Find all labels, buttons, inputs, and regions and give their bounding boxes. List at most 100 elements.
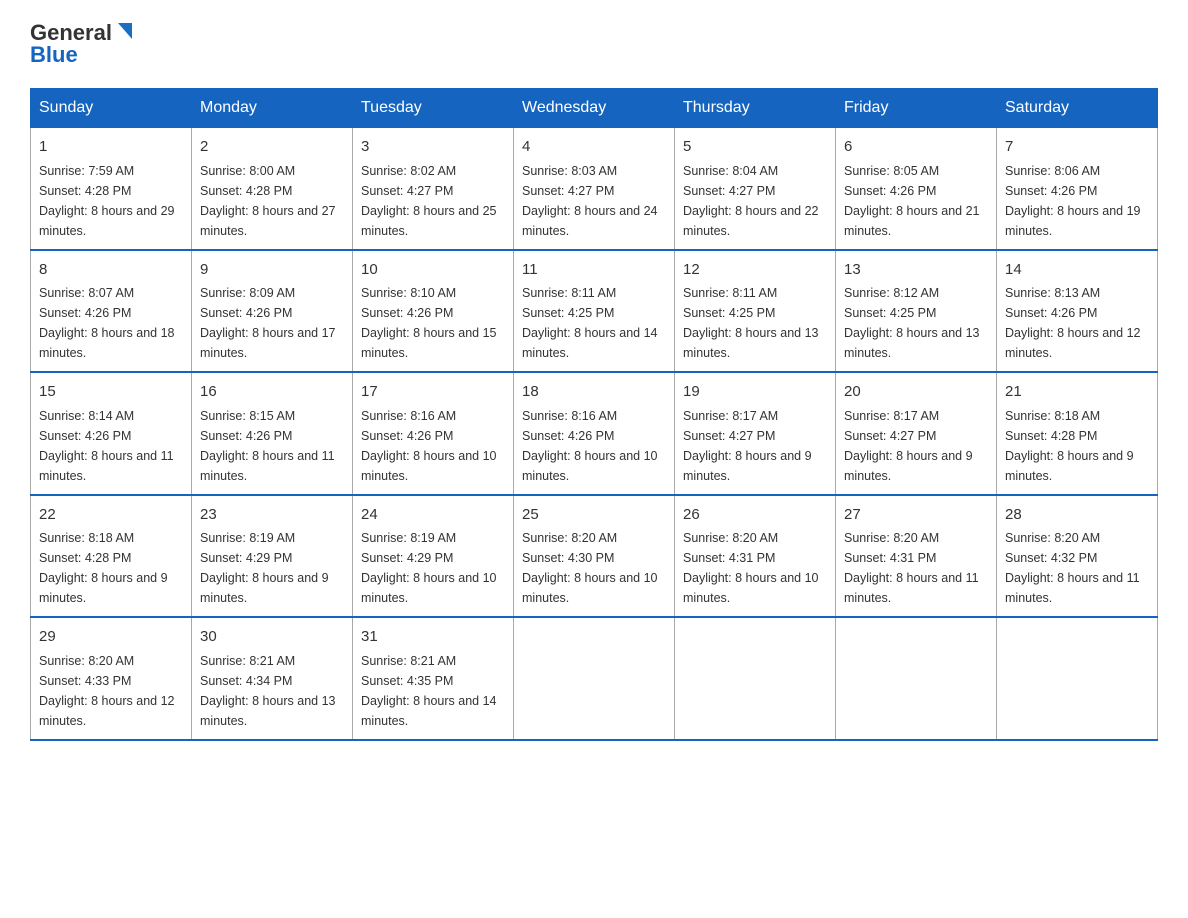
table-row: 4 Sunrise: 8:03 AMSunset: 4:27 PMDayligh…: [514, 128, 675, 250]
day-info: Sunrise: 8:19 AMSunset: 4:29 PMDaylight:…: [361, 531, 497, 605]
header-friday: Friday: [836, 89, 997, 128]
day-number: 23: [200, 504, 344, 527]
calendar-header-row: SundayMondayTuesdayWednesdayThursdayFrid…: [31, 89, 1158, 128]
day-info: Sunrise: 8:05 AMSunset: 4:26 PMDaylight:…: [844, 164, 980, 238]
table-row: 1 Sunrise: 7:59 AMSunset: 4:28 PMDayligh…: [31, 128, 192, 250]
week-row-4: 22 Sunrise: 8:18 AMSunset: 4:28 PMDaylig…: [31, 495, 1158, 618]
day-number: 24: [361, 504, 505, 527]
day-info: Sunrise: 8:21 AMSunset: 4:35 PMDaylight:…: [361, 654, 497, 728]
day-info: Sunrise: 8:04 AMSunset: 4:27 PMDaylight:…: [683, 164, 819, 238]
day-number: 28: [1005, 504, 1149, 527]
table-row: 29 Sunrise: 8:20 AMSunset: 4:33 PMDaylig…: [31, 617, 192, 740]
table-row: 22 Sunrise: 8:18 AMSunset: 4:28 PMDaylig…: [31, 495, 192, 618]
day-info: Sunrise: 8:20 AMSunset: 4:32 PMDaylight:…: [1005, 531, 1140, 605]
table-row: 28 Sunrise: 8:20 AMSunset: 4:32 PMDaylig…: [997, 495, 1158, 618]
table-row: 23 Sunrise: 8:19 AMSunset: 4:29 PMDaylig…: [192, 495, 353, 618]
table-row: 3 Sunrise: 8:02 AMSunset: 4:27 PMDayligh…: [353, 128, 514, 250]
header-monday: Monday: [192, 89, 353, 128]
logo-blue-text: Blue: [30, 42, 136, 68]
table-row: 25 Sunrise: 8:20 AMSunset: 4:30 PMDaylig…: [514, 495, 675, 618]
table-row: 21 Sunrise: 8:18 AMSunset: 4:28 PMDaylig…: [997, 372, 1158, 495]
day-info: Sunrise: 8:11 AMSunset: 4:25 PMDaylight:…: [683, 286, 819, 360]
table-row: [514, 617, 675, 740]
day-number: 21: [1005, 381, 1149, 404]
week-row-5: 29 Sunrise: 8:20 AMSunset: 4:33 PMDaylig…: [31, 617, 1158, 740]
table-row: 17 Sunrise: 8:16 AMSunset: 4:26 PMDaylig…: [353, 372, 514, 495]
day-number: 22: [39, 504, 183, 527]
day-number: 16: [200, 381, 344, 404]
day-number: 3: [361, 136, 505, 159]
week-row-1: 1 Sunrise: 7:59 AMSunset: 4:28 PMDayligh…: [31, 128, 1158, 250]
day-info: Sunrise: 8:17 AMSunset: 4:27 PMDaylight:…: [844, 409, 973, 483]
table-row: 30 Sunrise: 8:21 AMSunset: 4:34 PMDaylig…: [192, 617, 353, 740]
table-row: [675, 617, 836, 740]
week-row-2: 8 Sunrise: 8:07 AMSunset: 4:26 PMDayligh…: [31, 250, 1158, 373]
day-number: 14: [1005, 259, 1149, 282]
header-sunday: Sunday: [31, 89, 192, 128]
table-row: 15 Sunrise: 8:14 AMSunset: 4:26 PMDaylig…: [31, 372, 192, 495]
day-number: 18: [522, 381, 666, 404]
day-number: 12: [683, 259, 827, 282]
table-row: 9 Sunrise: 8:09 AMSunset: 4:26 PMDayligh…: [192, 250, 353, 373]
table-row: 2 Sunrise: 8:00 AMSunset: 4:28 PMDayligh…: [192, 128, 353, 250]
day-info: Sunrise: 8:17 AMSunset: 4:27 PMDaylight:…: [683, 409, 812, 483]
day-number: 19: [683, 381, 827, 404]
day-number: 2: [200, 136, 344, 159]
day-number: 25: [522, 504, 666, 527]
day-number: 5: [683, 136, 827, 159]
page-header: General Blue: [30, 20, 1158, 68]
day-number: 6: [844, 136, 988, 159]
logo-triangle-icon: [114, 21, 136, 43]
day-info: Sunrise: 8:20 AMSunset: 4:33 PMDaylight:…: [39, 654, 175, 728]
day-number: 17: [361, 381, 505, 404]
table-row: 7 Sunrise: 8:06 AMSunset: 4:26 PMDayligh…: [997, 128, 1158, 250]
day-number: 26: [683, 504, 827, 527]
day-number: 7: [1005, 136, 1149, 159]
day-number: 1: [39, 136, 183, 159]
table-row: 14 Sunrise: 8:13 AMSunset: 4:26 PMDaylig…: [997, 250, 1158, 373]
day-info: Sunrise: 8:09 AMSunset: 4:26 PMDaylight:…: [200, 286, 336, 360]
day-number: 13: [844, 259, 988, 282]
week-row-3: 15 Sunrise: 8:14 AMSunset: 4:26 PMDaylig…: [31, 372, 1158, 495]
header-wednesday: Wednesday: [514, 89, 675, 128]
day-info: Sunrise: 8:00 AMSunset: 4:28 PMDaylight:…: [200, 164, 336, 238]
day-number: 31: [361, 626, 505, 649]
day-info: Sunrise: 8:06 AMSunset: 4:26 PMDaylight:…: [1005, 164, 1141, 238]
day-info: Sunrise: 8:12 AMSunset: 4:25 PMDaylight:…: [844, 286, 980, 360]
day-number: 29: [39, 626, 183, 649]
day-info: Sunrise: 7:59 AMSunset: 4:28 PMDaylight:…: [39, 164, 175, 238]
day-number: 11: [522, 259, 666, 282]
table-row: [997, 617, 1158, 740]
day-number: 15: [39, 381, 183, 404]
table-row: 6 Sunrise: 8:05 AMSunset: 4:26 PMDayligh…: [836, 128, 997, 250]
table-row: 18 Sunrise: 8:16 AMSunset: 4:26 PMDaylig…: [514, 372, 675, 495]
day-info: Sunrise: 8:10 AMSunset: 4:26 PMDaylight:…: [361, 286, 497, 360]
header-tuesday: Tuesday: [353, 89, 514, 128]
day-info: Sunrise: 8:19 AMSunset: 4:29 PMDaylight:…: [200, 531, 329, 605]
day-number: 30: [200, 626, 344, 649]
day-info: Sunrise: 8:11 AMSunset: 4:25 PMDaylight:…: [522, 286, 658, 360]
day-number: 20: [844, 381, 988, 404]
day-info: Sunrise: 8:07 AMSunset: 4:26 PMDaylight:…: [39, 286, 175, 360]
table-row: 26 Sunrise: 8:20 AMSunset: 4:31 PMDaylig…: [675, 495, 836, 618]
day-info: Sunrise: 8:18 AMSunset: 4:28 PMDaylight:…: [39, 531, 168, 605]
table-row: 27 Sunrise: 8:20 AMSunset: 4:31 PMDaylig…: [836, 495, 997, 618]
header-saturday: Saturday: [997, 89, 1158, 128]
calendar-table: SundayMondayTuesdayWednesdayThursdayFrid…: [30, 88, 1158, 741]
table-row: 20 Sunrise: 8:17 AMSunset: 4:27 PMDaylig…: [836, 372, 997, 495]
table-row: 12 Sunrise: 8:11 AMSunset: 4:25 PMDaylig…: [675, 250, 836, 373]
day-info: Sunrise: 8:18 AMSunset: 4:28 PMDaylight:…: [1005, 409, 1134, 483]
day-info: Sunrise: 8:20 AMSunset: 4:31 PMDaylight:…: [683, 531, 819, 605]
day-info: Sunrise: 8:14 AMSunset: 4:26 PMDaylight:…: [39, 409, 174, 483]
day-info: Sunrise: 8:16 AMSunset: 4:26 PMDaylight:…: [361, 409, 497, 483]
day-info: Sunrise: 8:03 AMSunset: 4:27 PMDaylight:…: [522, 164, 658, 238]
day-number: 4: [522, 136, 666, 159]
table-row: 31 Sunrise: 8:21 AMSunset: 4:35 PMDaylig…: [353, 617, 514, 740]
table-row: 24 Sunrise: 8:19 AMSunset: 4:29 PMDaylig…: [353, 495, 514, 618]
day-number: 9: [200, 259, 344, 282]
table-row: [836, 617, 997, 740]
table-row: 5 Sunrise: 8:04 AMSunset: 4:27 PMDayligh…: [675, 128, 836, 250]
day-number: 10: [361, 259, 505, 282]
day-info: Sunrise: 8:02 AMSunset: 4:27 PMDaylight:…: [361, 164, 497, 238]
table-row: 10 Sunrise: 8:10 AMSunset: 4:26 PMDaylig…: [353, 250, 514, 373]
